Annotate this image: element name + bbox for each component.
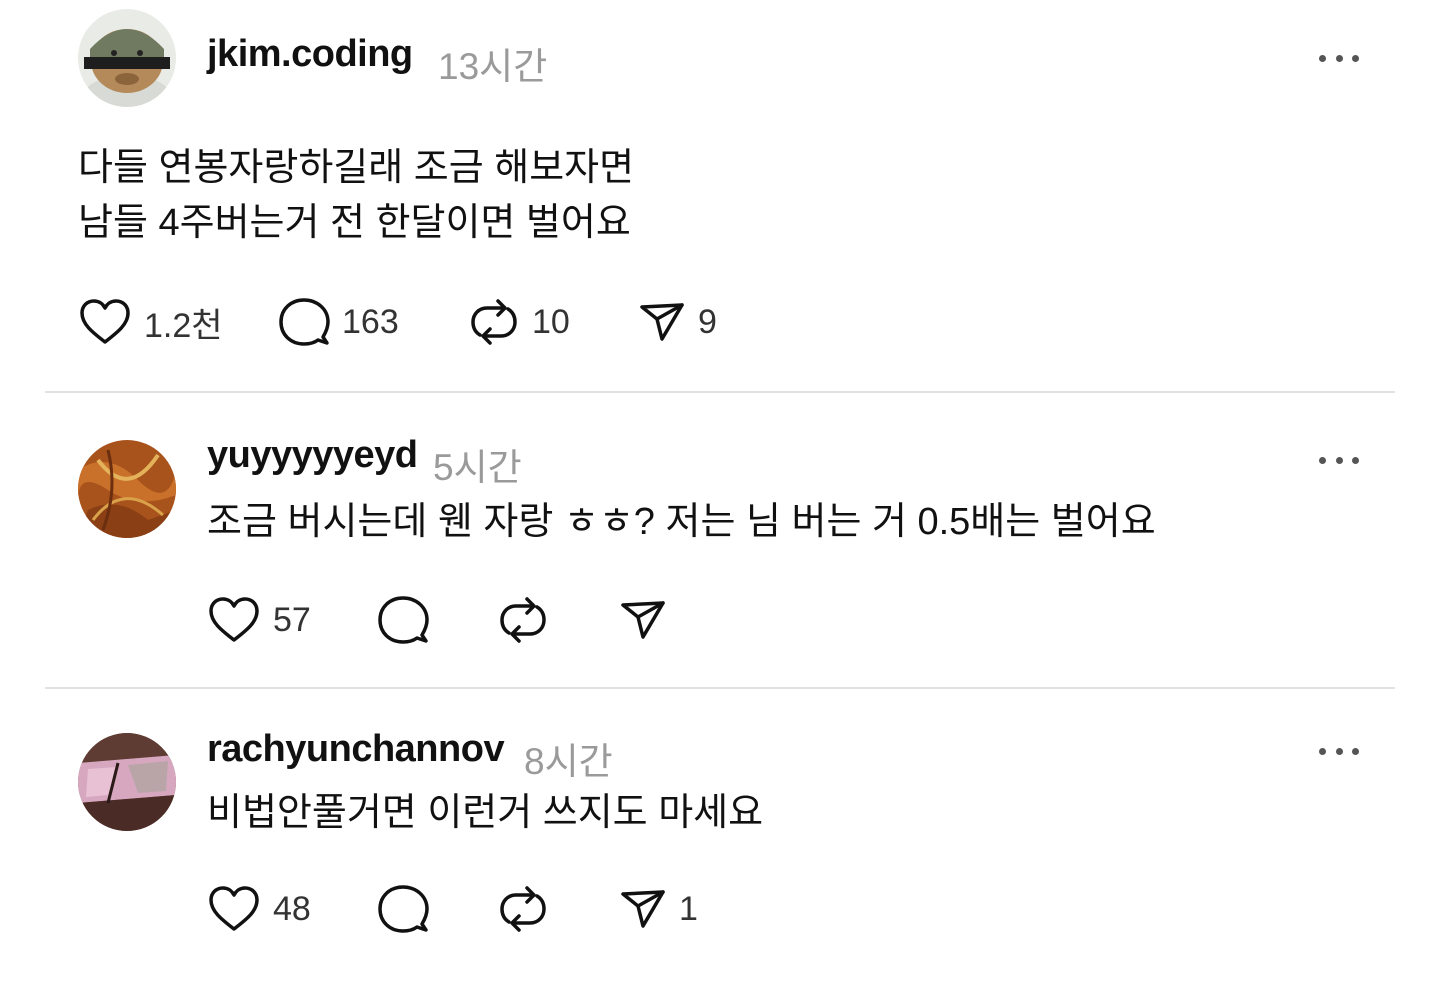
action-bar: 57 <box>207 595 707 645</box>
reply-text: 조금 버시는데 웬 자랑 ㅎㅎ? 저는 님 버는 거 0.5배는 벌어요 <box>207 501 1156 543</box>
post-time: 8시간 <box>524 741 613 782</box>
avatar-image <box>78 9 176 107</box>
more-options-icon[interactable] <box>1319 453 1359 467</box>
action-bar: 1.2천 163 10 9 <box>78 297 778 347</box>
share-button[interactable]: 9 <box>638 297 717 347</box>
repost-button[interactable]: 10 <box>468 297 570 347</box>
comment-button[interactable] <box>377 884 441 934</box>
comment-bubble-icon <box>378 885 429 933</box>
heart-icon <box>209 597 259 642</box>
like-button[interactable]: 57 <box>207 595 311 645</box>
comment-button[interactable] <box>377 595 441 645</box>
comment-count: 163 <box>342 302 399 341</box>
comment-button[interactable]: 163 <box>278 297 399 347</box>
avatar[interactable] <box>78 440 176 538</box>
avatar[interactable] <box>78 733 176 831</box>
reply: rachyunchannov 8시간 비법안풀거면 이런거 쓰지도 마세요 48 <box>0 689 1440 983</box>
reply-text: 비법안풀거면 이런거 쓰지도 마세요 <box>207 792 764 834</box>
post-text-line-1: 다들 연봉자랑하길래 조금 해보자면 <box>78 147 635 189</box>
avatar-image <box>78 440 176 538</box>
repost-icon <box>500 886 546 932</box>
like-button[interactable]: 48 <box>207 884 311 934</box>
repost-icon <box>471 299 517 345</box>
like-count: 57 <box>273 600 311 639</box>
comment-bubble-icon <box>378 596 429 644</box>
repost-button[interactable] <box>497 884 561 934</box>
avatar-image <box>78 733 176 831</box>
send-icon <box>640 303 684 341</box>
like-button[interactable]: 1.2천 <box>78 297 223 347</box>
heart-icon <box>209 886 259 931</box>
repost-button[interactable] <box>497 595 561 645</box>
share-button[interactable]: 1 <box>619 884 698 934</box>
username[interactable]: rachyunchannov <box>207 728 505 771</box>
main-post: jkim.coding 13시간 다들 연봉자랑하길래 조금 해보자면 남들 4… <box>0 0 1440 392</box>
comment-bubble-icon <box>279 298 330 346</box>
heart-icon <box>80 299 130 344</box>
like-count: 48 <box>273 889 311 928</box>
username[interactable]: yuyyyyyeyd <box>207 434 418 477</box>
repost-icon <box>500 597 546 643</box>
more-options-icon[interactable] <box>1319 51 1359 65</box>
post-text-line-2: 남들 4주버는거 전 한달이면 벌어요 <box>78 202 631 244</box>
post-time: 5시간 <box>433 447 522 488</box>
action-bar: 48 1 <box>207 884 707 934</box>
share-count: 1 <box>679 889 698 928</box>
post-time: 13시간 <box>438 46 548 87</box>
avatar[interactable] <box>78 9 176 107</box>
repost-count: 10 <box>532 302 570 341</box>
send-icon <box>621 890 665 928</box>
send-icon <box>621 601 665 639</box>
like-count: 1.2천 <box>144 306 223 345</box>
more-options-icon[interactable] <box>1319 744 1359 758</box>
share-count: 9 <box>698 302 717 341</box>
share-button[interactable] <box>619 595 679 645</box>
username[interactable]: jkim.coding <box>207 33 413 76</box>
reply: yuyyyyyeyd 5시간 조금 버시는데 웬 자랑 ㅎㅎ? 저는 님 버는 … <box>0 393 1440 688</box>
